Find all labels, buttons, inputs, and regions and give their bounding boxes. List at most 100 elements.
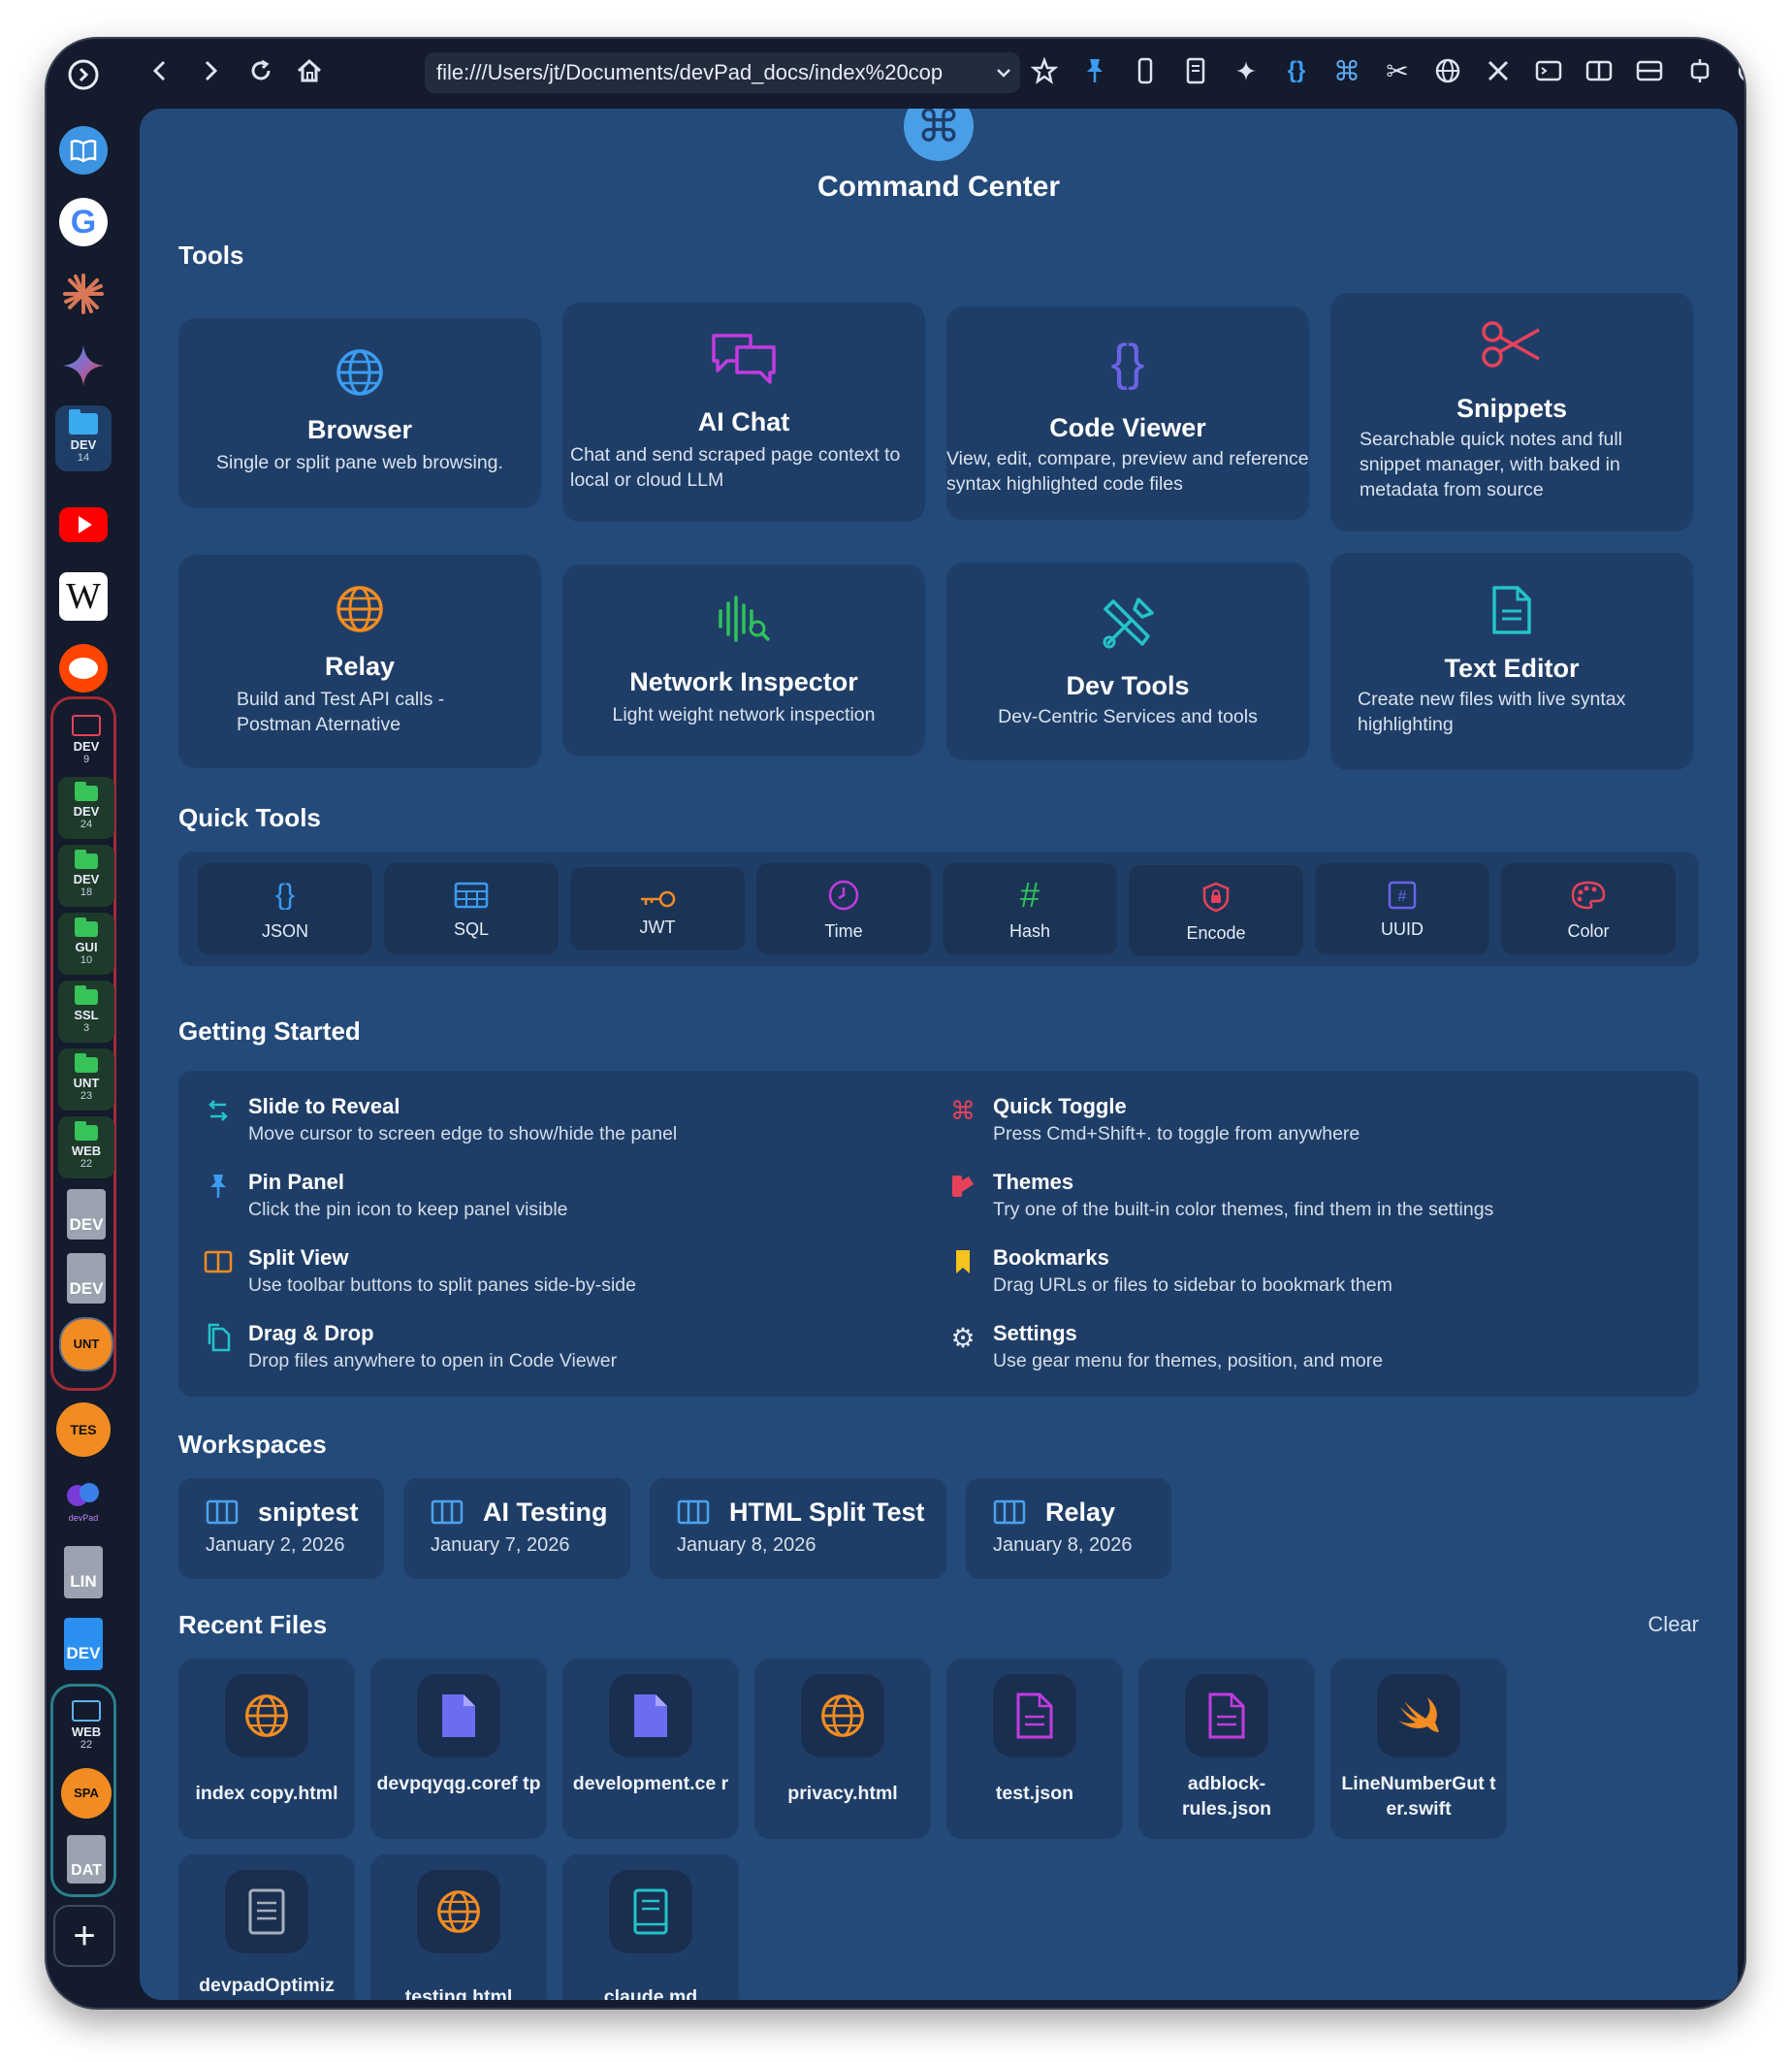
recent-file-tile[interactable]: index copy.html [178, 1659, 355, 1839]
sidebar-folder-dev-9[interactable]: DEV 9 [58, 709, 114, 771]
workspace-sniptest[interactable]: sniptest January 2, 2026 [178, 1478, 384, 1579]
sidebar-toggle-button[interactable] [55, 47, 112, 103]
chevron-down-icon [997, 69, 1010, 78]
file-icon [442, 1694, 475, 1737]
workspace-html-split-test[interactable]: HTML Split Test January 8, 2026 [650, 1478, 946, 1579]
terminal-button[interactable] [1534, 56, 1563, 85]
recent-file-tile[interactable]: devpqyqg.coref tp [370, 1659, 547, 1839]
code-viewer-button[interactable]: {} [1282, 56, 1311, 85]
download-button[interactable] [1736, 56, 1744, 85]
section-title-workspaces: Workspaces [178, 1430, 327, 1459]
command-icon: ⌘ [904, 109, 974, 161]
sidebar-file-dat[interactable]: DAT [58, 1830, 114, 1888]
tool-card-snippets[interactable]: Snippets Searchable quick notes and full… [1330, 293, 1693, 532]
tool-card-text-editor[interactable]: Text Editor Create new files with live s… [1330, 553, 1693, 770]
back-button[interactable] [145, 56, 175, 85]
recent-file-tile[interactable]: privacy.html [754, 1659, 931, 1839]
recent-file-tile[interactable]: adblock-rules.json [1138, 1659, 1315, 1839]
quick-tool-time[interactable]: Time [756, 863, 931, 954]
sidebar-folder-web-22b[interactable]: WEB 22 [58, 1694, 114, 1756]
quick-tool-jwt[interactable]: JWT [570, 867, 745, 950]
sidebar-file-dev-3[interactable]: DEV [55, 1614, 112, 1674]
sidebar-item-reddit[interactable] [55, 640, 112, 696]
sidebar-file-lin[interactable]: LIN [55, 1542, 112, 1602]
sidebar-globe-unt[interactable]: UNT [58, 1314, 114, 1374]
sidebar-item-gemini[interactable] [55, 338, 112, 394]
section-title-getting-started: Getting Started [178, 1016, 361, 1046]
reader-button[interactable] [1181, 56, 1210, 85]
recent-file-name: development.ce r [572, 1773, 729, 1794]
quick-tool-encode[interactable]: Encode [1129, 865, 1303, 956]
quick-tool-color[interactable]: Color [1501, 863, 1676, 954]
sidebar-globe-tes[interactable]: TES [55, 1399, 112, 1461]
section-title-quick-tools: Quick Tools [178, 803, 321, 832]
tool-card-network-inspector[interactable]: Network Inspector Light weight network i… [562, 564, 925, 757]
sidebar-item-claude[interactable] [55, 266, 112, 322]
sidebar-item-youtube[interactable] [55, 497, 112, 553]
bookmark-star-button[interactable] [1030, 56, 1059, 85]
reload-button[interactable] [246, 56, 275, 85]
tip-title: Drag & Drop [248, 1321, 374, 1345]
chevron-circle-icon [68, 59, 99, 90]
sidebar-item-label: TES [70, 1422, 97, 1437]
sidebar-item-label: WEB [71, 1144, 102, 1158]
folder-icon [75, 782, 98, 801]
command-icon: ⌘ [950, 1095, 976, 1125]
tool-card-dev-tools[interactable]: Dev Tools Dev-Centric Services and tools [946, 563, 1309, 760]
reader-icon [1186, 57, 1205, 84]
recent-file-tile[interactable]: test.json [946, 1659, 1123, 1839]
ai-button[interactable] [1232, 56, 1261, 85]
quick-tool-sql[interactable]: SQL [384, 863, 559, 954]
sidebar-item-wikipedia[interactable]: W [55, 568, 112, 625]
tool-card-relay[interactable]: Relay Build and Test API calls - Postman… [178, 555, 541, 768]
sidebar-file-dev-1[interactable]: DEV [58, 1184, 114, 1244]
workspace-ai-testing[interactable]: AI Testing January 7, 2026 [403, 1478, 630, 1579]
url-field[interactable]: file:///Users/jt/Documents/devPad_docs/i… [425, 52, 1020, 93]
sidebar-item-devpad[interactable]: devPad [55, 1472, 112, 1530]
tool-card-ai-chat[interactable]: AI Chat Chat and send scraped page conte… [562, 303, 925, 522]
sidebar-item-label: SPA [74, 1786, 99, 1800]
sidebar-folder-gui-10[interactable]: GUI 10 [58, 913, 114, 975]
pin-button[interactable] [1080, 56, 1109, 85]
add-button[interactable]: + [53, 1905, 115, 1967]
recent-file-tile[interactable]: claude.md [562, 1854, 739, 2000]
relay-button[interactable] [1433, 56, 1462, 85]
extension-button[interactable] [1685, 56, 1714, 85]
quick-tool-hash[interactable]: # Hash [943, 863, 1117, 954]
clear-recent-button[interactable]: Clear [1648, 1612, 1699, 1637]
tip-description: Try one of the built-in color themes, fi… [993, 1199, 1494, 1220]
url-dropdown-button[interactable] [989, 58, 1018, 87]
workspace-name: HTML Split Test [729, 1498, 925, 1527]
sidebar-file-dev-2[interactable]: DEV [58, 1248, 114, 1308]
snippets-button[interactable]: ✂ [1383, 56, 1412, 86]
quick-tool-json[interactable]: {} JSON [198, 863, 372, 954]
sidebar-folder-dev-18[interactable]: DEV 18 [58, 845, 114, 907]
sidebar-item-docs[interactable] [55, 122, 112, 178]
tool-card-code-viewer[interactable]: {} Code Viewer View, edit, compare, prev… [946, 306, 1309, 520]
recent-file-tile[interactable]: testing.html [370, 1854, 547, 2000]
home-button[interactable] [295, 56, 324, 85]
split-vertical-button[interactable] [1584, 56, 1614, 85]
quick-tool-label: UUID [1381, 919, 1424, 939]
tip-title: Settings [993, 1321, 1077, 1345]
sidebar-folder-ssl-3[interactable]: SSL 3 [58, 981, 114, 1043]
tip-title: Themes [993, 1170, 1074, 1194]
globe-icon: SPA [61, 1768, 112, 1819]
recent-file-tile[interactable]: LineNumberGut ter.swift [1330, 1659, 1507, 1839]
sidebar-item-google[interactable]: G [55, 194, 112, 250]
workspace-relay[interactable]: Relay January 8, 2026 [966, 1478, 1171, 1579]
forward-button[interactable] [196, 56, 225, 85]
sidebar-globe-spa[interactable]: SPA [58, 1764, 114, 1822]
recent-file-tile[interactable]: development.ce r [562, 1659, 739, 1839]
sidebar-folder-web-22[interactable]: WEB 22 [58, 1116, 114, 1178]
sidebar-folder-dev-14[interactable]: DEV 14 [55, 405, 112, 471]
sidebar-folder-dev-24[interactable]: DEV 24 [58, 777, 114, 839]
split-horizontal-button[interactable] [1635, 56, 1664, 85]
dev-tools-button[interactable] [1484, 56, 1513, 85]
recent-file-tile[interactable]: devpadOptimiz [178, 1854, 355, 2000]
sidebar-folder-unt-23[interactable]: UNT 23 [58, 1048, 114, 1111]
tool-card-browser[interactable]: Browser Single or split pane web browsin… [178, 318, 541, 508]
mobile-view-button[interactable] [1131, 56, 1160, 85]
quick-tool-uuid[interactable]: # UUID [1315, 863, 1489, 954]
command-center-button[interactable]: ⌘ [1332, 56, 1361, 86]
